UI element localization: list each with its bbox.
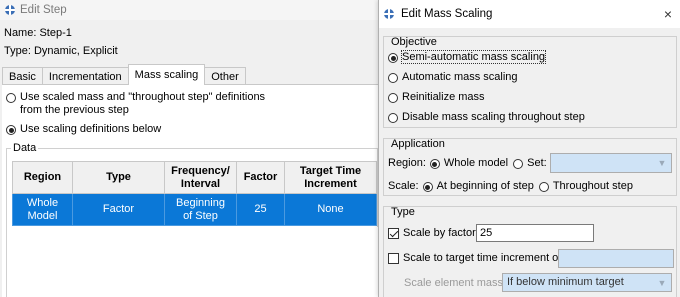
use-below-label: Use scaling definitions below xyxy=(20,123,162,135)
use-below-radio[interactable] xyxy=(6,125,16,135)
data-group-title: Data xyxy=(11,142,39,154)
scale-to-target-label: Scale to target time increment of: xyxy=(403,252,565,264)
step-type-row: Type: Dynamic, Explicit xyxy=(4,45,118,57)
scale-throughout-radio[interactable] xyxy=(538,182,549,192)
header-factor: Factor xyxy=(236,161,285,194)
use-previous-radio[interactable] xyxy=(6,93,16,103)
region-set-combo[interactable]: ▼ xyxy=(550,153,672,173)
region-row: Region: Whole model Set: xyxy=(388,157,547,169)
name-label: Name: xyxy=(4,27,37,39)
chevron-down-icon: ▼ xyxy=(657,278,667,288)
automatic-label: Automatic mass scaling xyxy=(402,71,518,83)
window-title: Edit Step xyxy=(20,4,67,16)
automatic-radio[interactable] xyxy=(388,73,398,83)
region-set-label: Set: xyxy=(527,157,547,169)
table-empty-area xyxy=(12,227,378,297)
window-title: Edit Mass Scaling xyxy=(401,8,493,20)
mass-scaling-titlebar: Edit Mass Scaling × xyxy=(379,0,680,28)
header-region: Region xyxy=(12,161,73,194)
header-target: Target Time Increment xyxy=(284,161,377,194)
cell-factor[interactable]: 25 xyxy=(236,193,285,226)
semi-automatic-radio[interactable] xyxy=(388,53,398,63)
region-set-radio[interactable] xyxy=(513,159,524,169)
reinitialize-radio[interactable] xyxy=(388,93,398,103)
type-value: Dynamic, Explicit xyxy=(33,45,118,57)
header-frequency: Frequency/Interval xyxy=(164,161,237,194)
edit-mass-scaling-dialog: Edit Mass Scaling × Objective Semi-autom… xyxy=(378,0,680,297)
cell-frequency[interactable]: Beginning of Step xyxy=(164,193,237,226)
tab-other[interactable]: Other xyxy=(204,67,246,85)
abaqus-app-icon xyxy=(384,9,394,19)
use-previous-label-line1: Use scaled mass and "throughout step" de… xyxy=(20,91,266,103)
option-use-previous[interactable]: Use scaled mass and "throughout step" de… xyxy=(6,91,265,117)
scale-by-factor-checkbox[interactable] xyxy=(388,228,399,239)
type-label: Type: xyxy=(4,45,31,57)
table-header-row: Region Type Frequency/Interval Factor Ta… xyxy=(12,161,377,194)
scale-element-mass-value: If below minimum target xyxy=(507,276,624,288)
region-whole-radio[interactable] xyxy=(429,159,440,169)
step-name-row: Name: Step-1 xyxy=(4,27,72,39)
scale-by-factor-label: Scale by factor: xyxy=(403,227,479,239)
semi-automatic-label: Semi-automatic mass scaling xyxy=(400,50,547,64)
scale-begin-label: At beginning of step xyxy=(436,180,534,192)
scale-throughout-label: Throughout step xyxy=(552,180,633,192)
cell-region[interactable]: Whole Model xyxy=(12,193,73,226)
application-title: Application xyxy=(391,138,445,150)
edit-step-titlebar: Edit Step xyxy=(0,0,380,20)
factor-input[interactable]: 25 xyxy=(476,224,594,242)
mass-scaling-tab-panel: Use scaled mass and "throughout step" de… xyxy=(2,84,378,297)
name-value: Step-1 xyxy=(39,27,72,39)
cell-target[interactable]: None xyxy=(284,193,377,226)
region-label: Region: xyxy=(388,157,426,169)
scale-row: Scale: At beginning of step Throughout s… xyxy=(388,180,633,192)
target-increment-input[interactable] xyxy=(558,249,674,268)
type-title: Type xyxy=(391,206,415,218)
close-icon[interactable]: × xyxy=(664,6,672,22)
reinitialize-label: Reinitialize mass xyxy=(402,91,485,103)
header-type: Type xyxy=(72,161,165,194)
type-frame: Type Scale by factor: 25 Scale to target… xyxy=(383,206,677,297)
objective-title: Objective xyxy=(391,36,437,48)
disable-label: Disable mass scaling throughout step xyxy=(402,111,585,123)
scale-element-mass-select[interactable]: If below minimum target ▼ xyxy=(502,273,672,292)
scale-to-target-row[interactable]: Scale to target time increment of: xyxy=(388,252,564,264)
scale-to-target-checkbox[interactable] xyxy=(388,253,399,264)
tab-mass-scaling[interactable]: Mass scaling xyxy=(127,64,206,85)
abaqus-app-icon xyxy=(5,5,15,15)
scale-by-factor-row[interactable]: Scale by factor: xyxy=(388,227,479,239)
tab-incrementation[interactable]: Incrementation xyxy=(41,67,129,85)
table-row[interactable]: Whole Model Factor Beginning of Step 25 No… xyxy=(12,193,377,226)
edit-step-dialog: Edit Step Name: Step-1 Type: Dynamic, Ex… xyxy=(0,0,380,297)
objective-disable[interactable]: Disable mass scaling throughout step xyxy=(388,111,585,123)
chevron-down-icon: ▼ xyxy=(657,158,667,168)
application-frame: Application Region: Whole model Set: ▼ S… xyxy=(383,138,677,196)
disable-radio[interactable] xyxy=(388,113,398,123)
tab-basic[interactable]: Basic xyxy=(2,67,43,85)
use-previous-label-line2: from the previous step xyxy=(20,104,129,116)
scale-label: Scale: xyxy=(388,180,419,192)
objective-semi-automatic[interactable]: Semi-automatic mass scaling xyxy=(388,50,547,64)
objective-frame: Objective Semi-automatic mass scaling Au… xyxy=(383,36,677,128)
objective-automatic[interactable]: Automatic mass scaling xyxy=(388,71,518,83)
region-whole-label: Whole model xyxy=(443,157,509,169)
option-use-below[interactable]: Use scaling definitions below xyxy=(6,123,161,135)
scale-begin-radio[interactable] xyxy=(422,182,433,192)
step-tabs: Basic Incrementation Mass scaling Other xyxy=(2,64,246,85)
cell-type[interactable]: Factor xyxy=(72,193,165,226)
objective-reinitialize[interactable]: Reinitialize mass xyxy=(388,91,485,103)
scale-element-mass-label: Scale element mass: xyxy=(404,277,507,289)
mass-scaling-table: Region Type Frequency/Interval Factor Ta… xyxy=(12,161,377,226)
